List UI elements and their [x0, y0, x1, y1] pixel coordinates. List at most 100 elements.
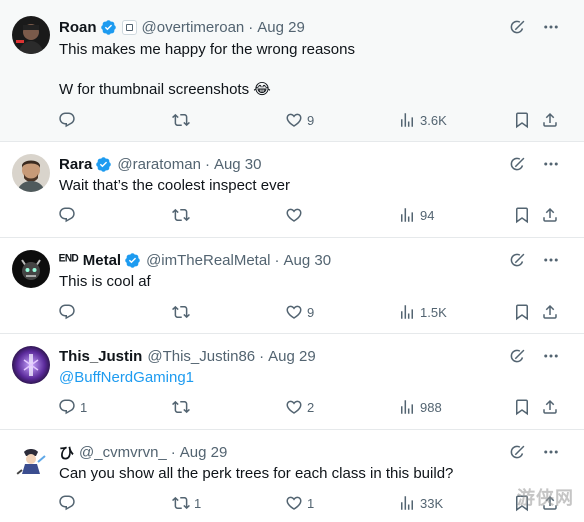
view-count: 94	[420, 207, 435, 223]
like-count: 1	[307, 495, 315, 511]
timestamp[interactable]: Aug 29	[180, 444, 228, 461]
grok-icon[interactable]	[508, 251, 526, 269]
heart-icon	[285, 206, 303, 224]
grok-icon[interactable]	[508, 155, 526, 173]
handle[interactable]: @This_Justin86	[147, 348, 255, 365]
text-line	[59, 60, 355, 80]
reply-button[interactable]	[58, 303, 80, 321]
more-icon[interactable]	[542, 251, 560, 269]
display-name[interactable]: Rara	[59, 156, 92, 173]
retweet-icon	[172, 494, 190, 512]
tweet-roan[interactable]: Roan @overtimeroan · Aug 29 This makes m…	[0, 0, 584, 142]
avatar[interactable]	[12, 346, 50, 384]
like-button[interactable]: 9	[285, 303, 314, 321]
views-icon	[398, 398, 416, 416]
like-button[interactable]: 1	[285, 494, 314, 512]
timestamp[interactable]: Aug 29	[268, 348, 316, 365]
separator: ·	[248, 18, 254, 36]
reply-button[interactable]	[58, 111, 80, 129]
separator: ·	[204, 155, 210, 173]
views-icon	[398, 206, 416, 224]
heart-icon	[285, 398, 303, 416]
views-icon	[398, 111, 416, 129]
text-line: W for thumbnail screenshots 😂	[59, 81, 271, 98]
reply-icon	[58, 303, 76, 321]
timestamp[interactable]: Aug 30	[284, 252, 332, 269]
affiliation-badge-icon[interactable]	[121, 19, 137, 35]
share-button[interactable]	[541, 111, 559, 129]
avatar[interactable]	[12, 16, 50, 54]
bookmark-icon	[513, 303, 531, 321]
tweet-text: This is cool af	[59, 273, 151, 290]
timestamp[interactable]: Aug 29	[257, 19, 305, 36]
more-icon[interactable]	[542, 347, 560, 365]
more-icon[interactable]	[542, 18, 560, 36]
views-button[interactable]: 988	[398, 398, 442, 416]
tweet-this-justin[interactable]: This_Justin @This_Justin86 · Aug 29 @Buf…	[0, 334, 584, 430]
timestamp[interactable]: Aug 30	[214, 156, 262, 173]
share-button[interactable]	[541, 398, 559, 416]
retweet-button[interactable]	[172, 206, 190, 224]
more-icon[interactable]	[542, 155, 560, 173]
bookmark-button[interactable]	[513, 398, 531, 416]
views-icon	[398, 494, 416, 512]
tweet-text: Wait that’s the coolest inspect ever	[59, 177, 290, 194]
avatar[interactable]	[12, 250, 50, 288]
more-icon[interactable]	[542, 443, 560, 461]
bookmark-button[interactable]	[513, 206, 531, 224]
reply-button[interactable]: 1	[58, 398, 87, 416]
watermark: 游侠网	[517, 488, 574, 508]
mention-link[interactable]: @BuffNerdGaming1	[59, 369, 194, 386]
share-icon	[541, 111, 559, 129]
like-button[interactable]: 2	[285, 398, 314, 416]
like-button[interactable]: 9	[285, 111, 314, 129]
tweet-text: @BuffNerdGaming1	[59, 368, 194, 388]
retweet-icon	[172, 303, 190, 321]
tweet-metal[interactable]: ᴱᴺᴰ Metal @imTheRealMetal · Aug 30 This …	[0, 238, 584, 334]
tweet-rara[interactable]: Rara @raratoman · Aug 30 Wait that’s the…	[0, 142, 584, 238]
like-count: 2	[307, 399, 315, 415]
retweet-button[interactable]: 1	[172, 494, 201, 512]
tweet-text: Can you show all the perk trees for each…	[59, 465, 454, 482]
grok-icon[interactable]	[508, 18, 526, 36]
views-button[interactable]: 94	[398, 206, 434, 224]
share-button[interactable]	[541, 303, 559, 321]
reply-button[interactable]	[58, 494, 80, 512]
bookmark-button[interactable]	[513, 111, 531, 129]
avatar[interactable]	[12, 442, 50, 480]
view-count: 33K	[420, 495, 444, 511]
verified-badge-icon	[95, 156, 112, 173]
share-icon	[541, 206, 559, 224]
text-line: This makes me happy for the wrong reason…	[59, 41, 355, 58]
handle[interactable]: @imTheRealMetal	[146, 252, 270, 269]
bookmark-button[interactable]	[513, 303, 531, 321]
share-icon	[541, 303, 559, 321]
grok-icon[interactable]	[508, 347, 526, 365]
handle[interactable]: @overtimeroan	[142, 19, 245, 36]
like-button[interactable]	[285, 206, 307, 224]
handle[interactable]: @_cvmvrvn_	[79, 444, 167, 461]
tweet-cvmvrvn[interactable]: ひ @_cvmvrvn_ · Aug 29 Can you show all t…	[0, 430, 584, 522]
reply-button[interactable]	[58, 206, 80, 224]
display-name[interactable]: ᴱᴺᴰ Metal	[59, 252, 121, 269]
retweet-button[interactable]	[172, 303, 190, 321]
separator: ·	[259, 347, 265, 365]
grok-icon[interactable]	[508, 443, 526, 461]
retweet-button[interactable]	[172, 398, 190, 416]
views-button[interactable]: 3.6K	[398, 111, 447, 129]
retweet-icon	[172, 111, 190, 129]
views-button[interactable]: 1.5K	[398, 303, 447, 321]
heart-icon	[285, 303, 303, 321]
avatar[interactable]	[12, 154, 50, 192]
share-button[interactable]	[541, 206, 559, 224]
handle[interactable]: @raratoman	[117, 156, 201, 173]
display-name[interactable]: Roan	[59, 19, 97, 36]
views-button[interactable]: 33K	[398, 494, 443, 512]
bookmark-icon	[513, 398, 531, 416]
heart-icon	[285, 111, 303, 129]
display-name[interactable]: ひ	[59, 442, 74, 463]
reply-icon	[58, 111, 76, 129]
display-name[interactable]: This_Justin	[59, 348, 142, 365]
retweet-button[interactable]	[172, 111, 190, 129]
view-count: 3.6K	[420, 112, 447, 128]
